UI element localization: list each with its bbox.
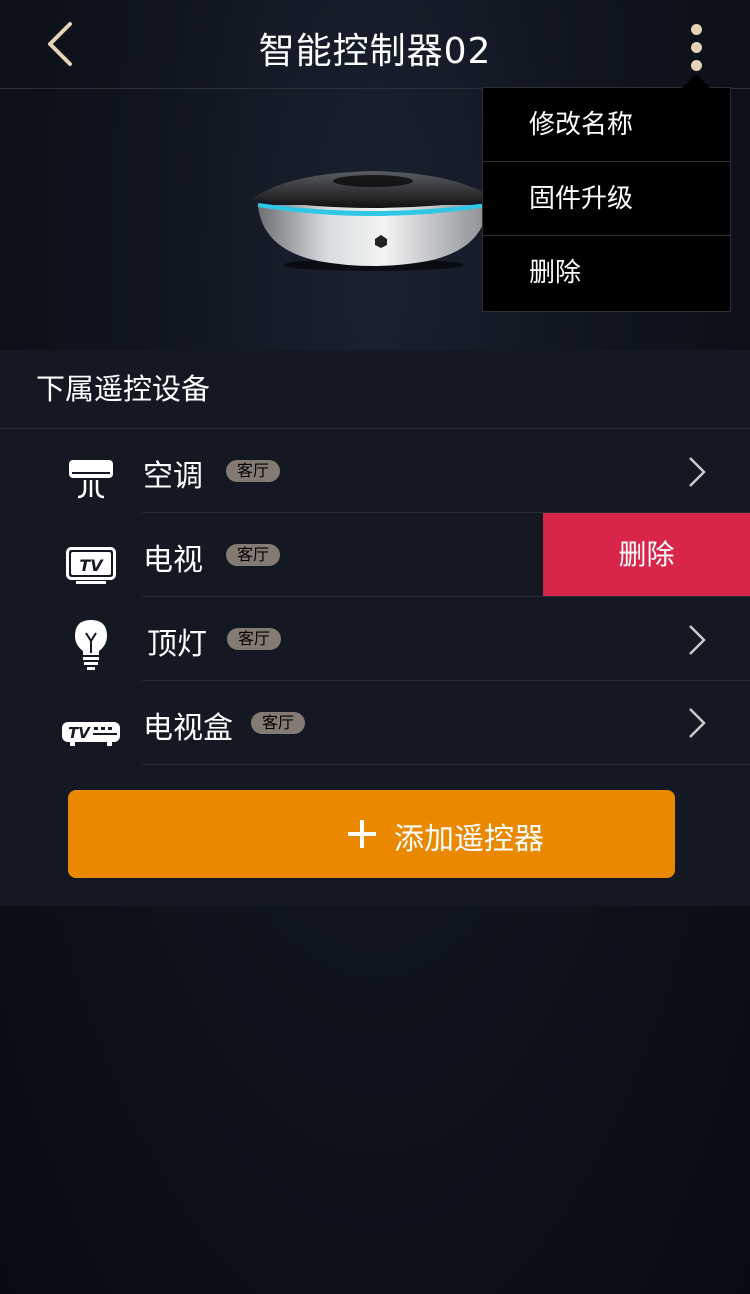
- options-menu: 修改名称 固件升级 删除: [482, 74, 731, 312]
- room-badge: 客厅: [226, 544, 281, 566]
- device-row-air-conditioner[interactable]: 空调 客厅: [0, 429, 750, 513]
- menu-item-firmware-upgrade[interactable]: 固件升级: [483, 162, 730, 236]
- smart-controller-image: [252, 171, 494, 271]
- room-badge: 客厅: [226, 460, 281, 482]
- svg-text:TV: TV: [68, 724, 91, 742]
- device-name: 电视盒: [143, 711, 233, 746]
- chevron-right-icon: [689, 457, 706, 487]
- lightbulb-icon: [75, 620, 107, 670]
- device-row-ceiling-light[interactable]: 顶灯 客厅: [0, 597, 750, 681]
- chevron-right-icon: [689, 708, 706, 738]
- add-remote-button[interactable]: 添加遥控器: [68, 790, 675, 878]
- air-conditioner-icon: [69, 460, 113, 499]
- plus-icon: [348, 820, 376, 848]
- menu-item-rename[interactable]: 修改名称: [483, 88, 730, 162]
- room-badge: 客厅: [227, 628, 282, 650]
- row-delete-button[interactable]: 删除: [543, 513, 750, 596]
- device-name: 空调: [143, 459, 203, 494]
- device-name: 顶灯: [147, 627, 207, 662]
- tv-box-icon: TV: [62, 722, 120, 746]
- svg-text:TV: TV: [79, 556, 104, 575]
- chevron-right-icon: [689, 625, 706, 655]
- page-title: 智能控制器02: [258, 31, 492, 72]
- section-title: 下属遥控设备: [36, 372, 211, 406]
- tv-icon: TV: [66, 547, 116, 584]
- room-badge: 客厅: [251, 712, 306, 734]
- device-row-tv-box[interactable]: TV 电视盒 客厅: [0, 681, 750, 765]
- menu-item-delete[interactable]: 删除: [483, 236, 730, 310]
- more-vertical-icon: [690, 24, 702, 35]
- add-remote-label: 添加遥控器: [394, 822, 544, 857]
- device-name: 电视: [143, 543, 203, 578]
- more-options-button[interactable]: [676, 18, 716, 74]
- remote-devices-panel: 下属遥控设备 空调 客厅 TV 电视 客厅 顶灯 客厅 TV 电视盒 客厅 删除…: [0, 350, 750, 906]
- app-header: 智能控制器02: [0, 0, 750, 89]
